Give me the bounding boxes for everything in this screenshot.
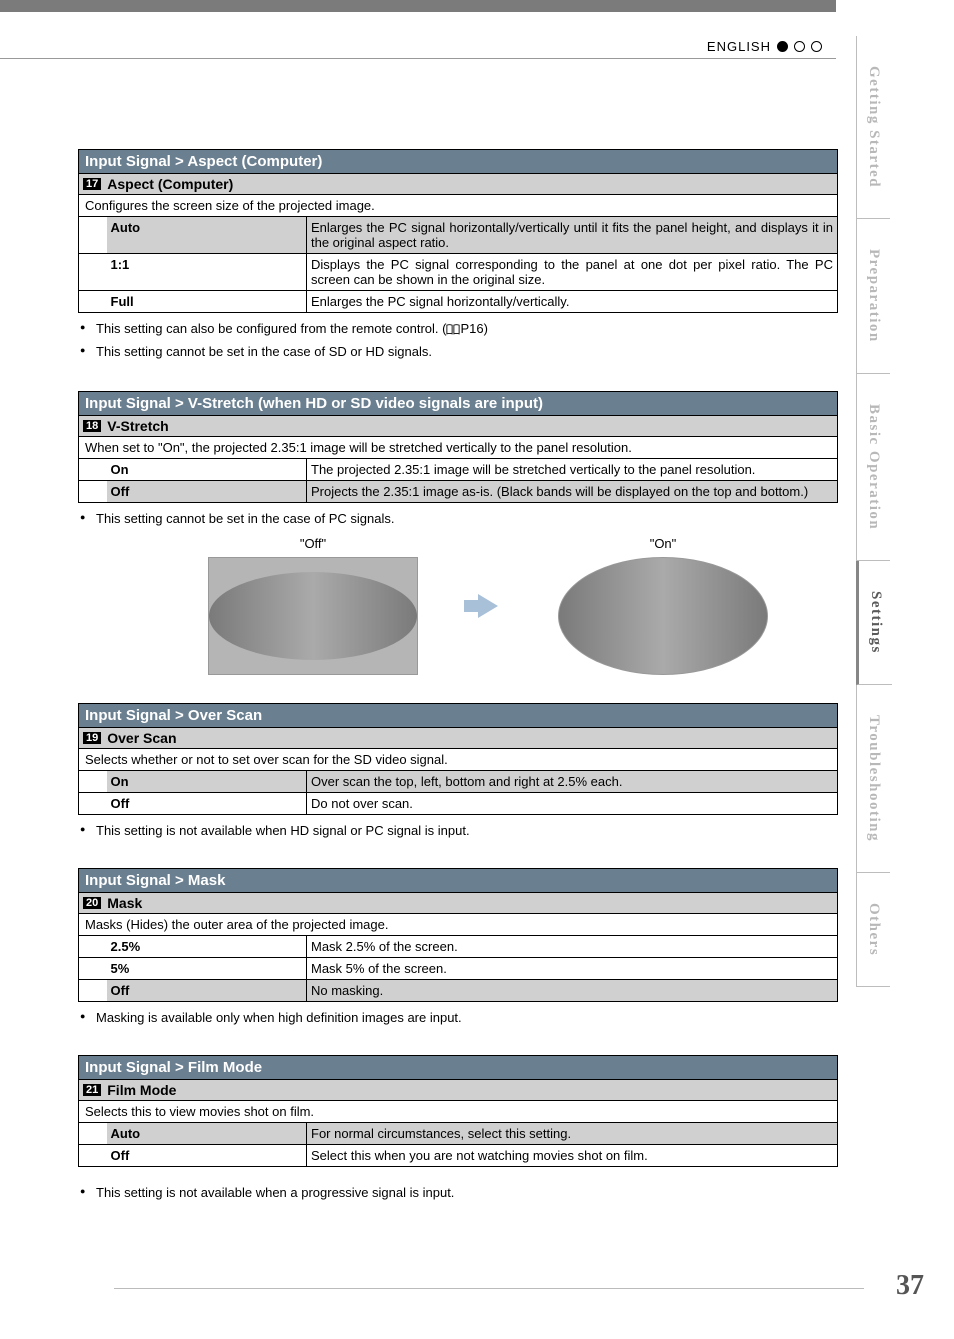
options-table: 2.5%Mask 2.5% of the screen. 5%Mask 5% o… (78, 935, 838, 1002)
item-title: Mask (107, 895, 142, 911)
table-row: AutoFor normal circumstances, select thi… (79, 1123, 838, 1145)
section-over-scan: Input Signal > Over Scan 19 Over Scan Se… (78, 703, 838, 838)
breadcrumb: Input Signal > V-Stretch (when HD or SD … (78, 391, 838, 415)
breadcrumb: Input Signal > Over Scan (78, 703, 838, 727)
item-title: Aspect (Computer) (107, 176, 233, 192)
page-number: 37 (896, 1270, 924, 1302)
lang-dot-2 (794, 41, 805, 52)
item-title: Over Scan (107, 730, 176, 746)
breadcrumb: Input Signal > Mask (78, 868, 838, 892)
table-row: OffProjects the 2.35:1 image as-is. (Bla… (79, 481, 838, 503)
tab-basic-operation[interactable]: Basic Operation (856, 374, 890, 561)
header-bar: ENGLISH (0, 37, 836, 59)
vstretch-figure: "Off" "On" (138, 536, 838, 675)
footer-line (114, 1288, 864, 1289)
table-row: AutoEnlarges the PC signal horizontally/… (79, 217, 838, 254)
item-desc: Selects this to view movies shot on film… (78, 1100, 838, 1122)
lang-dot-active (777, 41, 788, 52)
note: This setting is not available when a pro… (96, 1185, 838, 1200)
note: This setting cannot be set in the case o… (96, 344, 838, 359)
table-row: OffNo masking. (79, 980, 838, 1002)
section-mask: Input Signal > Mask 20 Mask Masks (Hides… (78, 868, 838, 1025)
item-desc: Selects whether or not to set over scan … (78, 748, 838, 770)
tab-getting-started[interactable]: Getting Started (856, 36, 890, 219)
options-table: OnThe projected 2.35:1 image will be str… (78, 458, 838, 503)
options-table: OnOver scan the top, left, bottom and ri… (78, 770, 838, 815)
table-row: 2.5%Mask 2.5% of the screen. (79, 936, 838, 958)
item-desc: When set to "On", the projected 2.35:1 i… (78, 436, 838, 458)
item-number: 18 (83, 420, 101, 432)
tab-others[interactable]: Others (856, 873, 890, 987)
tab-settings[interactable]: Settings (856, 561, 892, 685)
note: This setting is not available when HD si… (96, 823, 838, 838)
item-number: 20 (83, 897, 101, 909)
fig-label-off: "Off" (208, 536, 418, 551)
arrow-icon (478, 594, 498, 618)
language-label: ENGLISH (707, 39, 771, 54)
table-row: 5%Mask 5% of the screen. (79, 958, 838, 980)
table-row: FullEnlarges the PC signal horizontally/… (79, 291, 838, 313)
item-title: Film Mode (107, 1082, 176, 1098)
item-number: 19 (83, 732, 101, 744)
item-number: 17 (83, 178, 101, 190)
tab-preparation[interactable]: Preparation (856, 219, 890, 374)
item-title: V-Stretch (107, 418, 168, 434)
book-icon (446, 324, 460, 335)
top-strip (0, 0, 836, 12)
note: This setting cannot be set in the case o… (96, 511, 838, 526)
item-desc: Masks (Hides) the outer area of the proj… (78, 913, 838, 935)
item-desc: Configures the screen size of the projec… (78, 194, 838, 216)
section-aspect-computer: Input Signal > Aspect (Computer) 17 Aspe… (78, 149, 838, 359)
breadcrumb: Input Signal > Aspect (Computer) (78, 149, 838, 173)
table-row: OffDo not over scan. (79, 793, 838, 815)
section-v-stretch: Input Signal > V-Stretch (when HD or SD … (78, 391, 838, 675)
note: Masking is available only when high defi… (96, 1010, 838, 1025)
table-row: 1:1Displays the PC signal corresponding … (79, 254, 838, 291)
screen-illustration-off (208, 557, 418, 675)
note: This setting can also be configured from… (96, 321, 838, 336)
table-row: OffSelect this when you are not watching… (79, 1145, 838, 1167)
table-row: OnThe projected 2.35:1 image will be str… (79, 459, 838, 481)
fig-label-on: "On" (558, 536, 768, 551)
table-row: OnOver scan the top, left, bottom and ri… (79, 771, 838, 793)
side-tabs: Getting Started Preparation Basic Operat… (856, 36, 954, 987)
lang-dot-3 (811, 41, 822, 52)
screen-illustration-on (558, 557, 768, 675)
section-film-mode: Input Signal > Film Mode 21 Film Mode Se… (78, 1055, 838, 1200)
options-table: AutoEnlarges the PC signal horizontally/… (78, 216, 838, 313)
options-table: AutoFor normal circumstances, select thi… (78, 1122, 838, 1167)
item-number: 21 (83, 1084, 101, 1096)
breadcrumb: Input Signal > Film Mode (78, 1055, 838, 1079)
tab-troubleshooting[interactable]: Troubleshooting (856, 685, 890, 873)
